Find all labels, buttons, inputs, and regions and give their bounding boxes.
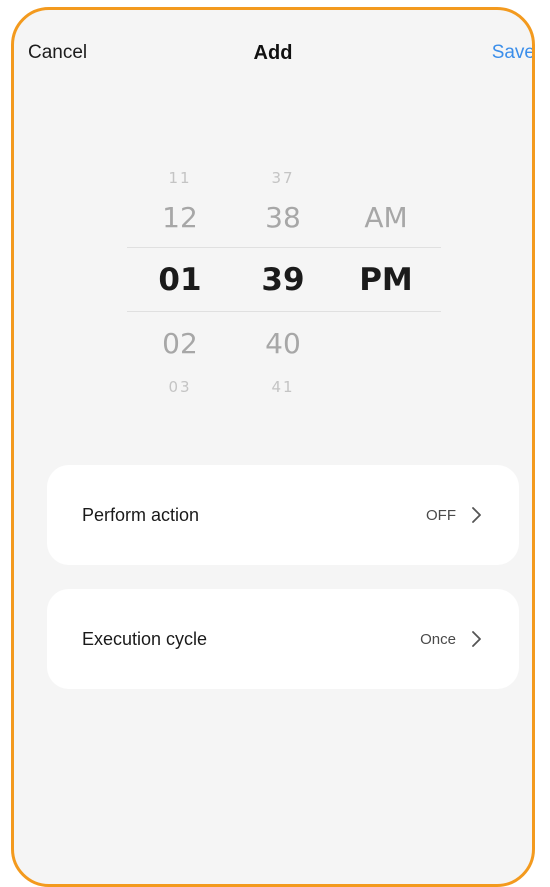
perform-action-label: Perform action [82, 505, 200, 525]
period-selected: PM [359, 262, 413, 298]
hour-option: 12 [162, 201, 198, 234]
execution-cycle-row[interactable]: Execution cycle Once [47, 589, 519, 689]
execution-cycle-value: Once [420, 631, 456, 648]
perform-action-row[interactable]: Perform action OFF [47, 465, 519, 565]
minute-option: 40 [265, 327, 301, 360]
hour-selected: 01 [158, 262, 202, 298]
save-button[interactable]: Save [492, 42, 532, 64]
minute-option: 41 [271, 378, 295, 396]
chevron-right-icon [472, 507, 481, 523]
hour-option: 02 [162, 327, 198, 360]
hour-option: 11 [168, 169, 192, 187]
hour-wheel[interactable]: 11 12 01 02 03 [140, 155, 220, 396]
execution-cycle-label: Execution cycle [82, 629, 208, 649]
period-option: AM [364, 201, 408, 234]
time-picker: 11 12 01 02 03 37 38 39 40 41 AM PM [14, 155, 532, 396]
minute-selected: 39 [261, 262, 305, 298]
chevron-right-icon [472, 631, 481, 647]
page-title: Add [253, 42, 293, 64]
hour-option: 03 [168, 378, 192, 396]
phone-frame: Cancel Add Save 11 12 01 02 03 37 38 39 … [11, 7, 535, 887]
minute-option: 37 [271, 169, 295, 187]
period-wheel[interactable]: AM PM [346, 155, 426, 395]
minute-option: 38 [265, 201, 301, 234]
top-bar: Cancel Add Save [14, 10, 532, 90]
minute-wheel[interactable]: 37 38 39 40 41 [243, 155, 323, 396]
perform-action-value: OFF [426, 507, 456, 524]
